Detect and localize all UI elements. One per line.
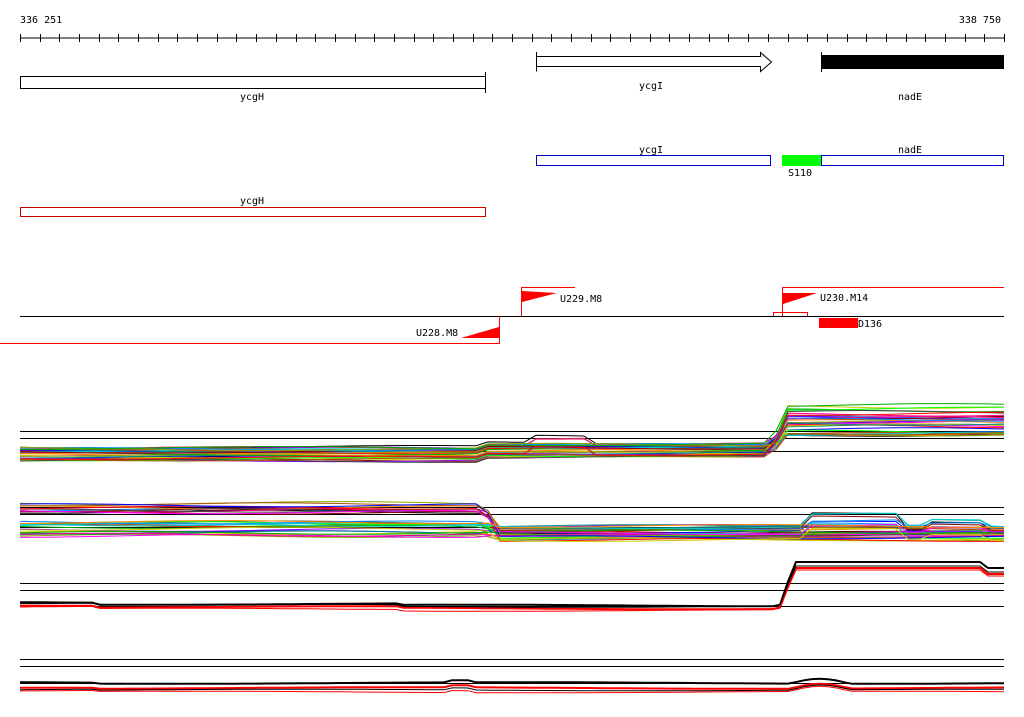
promoter-U230-line — [782, 287, 1004, 316]
expression-panel-4 — [19, 659, 1005, 694]
promoter-U230-flag[interactable] — [783, 293, 817, 304]
transcript-ycgH-label: ycgH — [240, 196, 264, 207]
transcript-ycgH[interactable] — [20, 207, 486, 217]
transcript-nadE[interactable] — [821, 155, 1004, 166]
promoter-U228-label: U228.M8 — [416, 328, 458, 339]
panel-3-traces — [19, 561, 1004, 612]
terminator-D136[interactable] — [819, 318, 858, 328]
transcript-nadE-label: nadE — [898, 145, 922, 156]
expression-panel-3 — [19, 561, 1004, 612]
range-start-label: 336 251 — [20, 15, 62, 26]
gene-nadE-label: nadE — [898, 92, 922, 103]
terminator-D136-label: D136 — [858, 319, 882, 330]
expression-trace — [19, 567, 1004, 611]
transcript-ycgI[interactable] — [536, 155, 771, 166]
expression-trace — [19, 677, 1005, 685]
small-rna-S110[interactable] — [782, 155, 821, 166]
promoter-U230-label: U230.M14 — [820, 293, 868, 304]
expression-trace — [20, 565, 1004, 608]
promoter-U230-bracket — [773, 312, 808, 316]
range-end-label: 338 750 — [959, 15, 1001, 26]
coordinate-ruler: 336 251 338 750 — [20, 15, 1005, 42]
expression-panel-1 — [19, 403, 1005, 463]
genome-track-canvas: 336 251 338 750 ycgH ycgI nadE ycgI S110… — [0, 15, 1005, 694]
gene-ycgH-label: ycgH — [240, 92, 264, 103]
gene-ycgI-arrow[interactable] — [536, 51, 773, 73]
small-rna-S110-label: S110 — [788, 168, 812, 179]
panel-4-traces — [19, 677, 1005, 694]
genome-browser-view: 336 251 338 750 ycgH ycgI nadE ycgI S110… — [0, 0, 1024, 714]
expression-panel-2 — [19, 501, 1005, 542]
gene-track: ycgH ycgI nadE — [20, 51, 1004, 103]
promoter-U228-flag[interactable] — [461, 327, 499, 338]
gene-ycgI-label: ycgI — [639, 81, 663, 92]
transcript-ycgI-label: ycgI — [639, 145, 663, 156]
gene-ycgH[interactable] — [20, 76, 486, 89]
promoter-track: U229.M8 U230.M14 U228.M8 D136 — [0, 287, 1004, 344]
gene-nadE[interactable] — [821, 55, 1004, 69]
promoter-U229-label: U229.M8 — [560, 294, 602, 305]
panel-1-traces — [19, 403, 1005, 463]
promoter-U229-flag[interactable] — [522, 291, 557, 302]
transcript-track: ycgI S110 nadE ycgH — [20, 145, 1004, 217]
